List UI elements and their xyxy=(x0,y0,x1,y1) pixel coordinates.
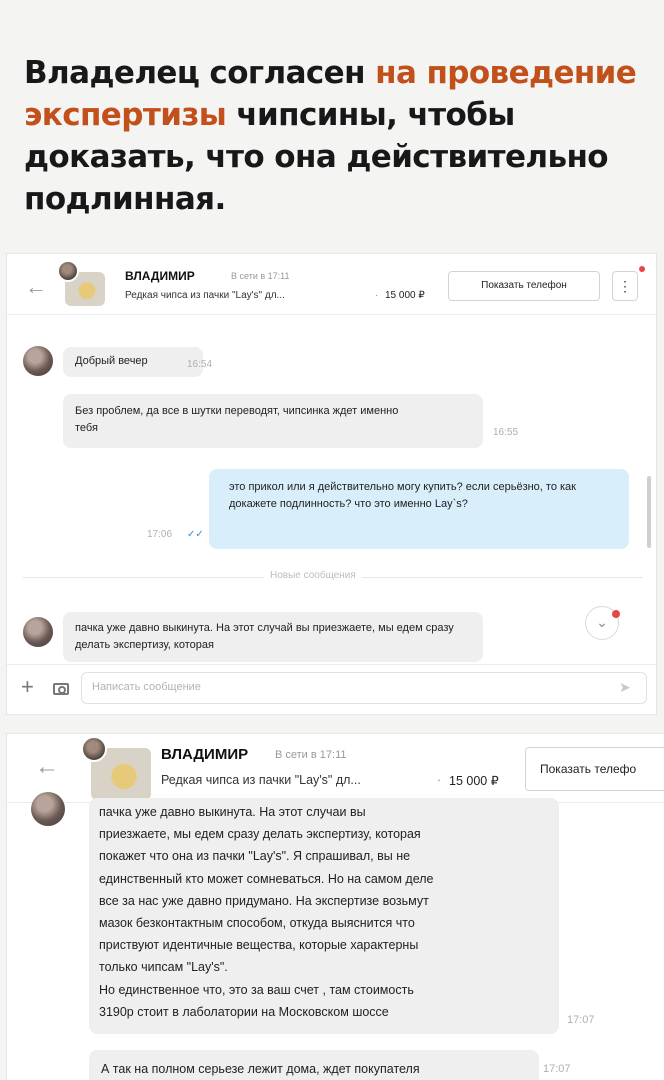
message-text: пачка уже давно выкинута. На этот случай… xyxy=(75,622,454,651)
message-line: все за нас уже давно придумано. На экспе… xyxy=(99,893,429,908)
read-check-icon: ✓✓ xyxy=(187,529,204,540)
message-line: 3190р стоит в лаболатории на Московском … xyxy=(99,1004,389,1019)
contact-status: В сети в 17:11 xyxy=(275,749,347,761)
show-phone-button[interactable]: Показать телефон xyxy=(448,271,600,301)
contact-avatar[interactable] xyxy=(57,260,79,282)
attach-plus-icon[interactable]: + xyxy=(21,676,34,698)
chat-window-1: ← ВЛАДИМИР В сети в 17:11 Редкая чипса и… xyxy=(6,253,657,715)
message-bubble-incoming: Без проблем, да все в шутки переводят, ч… xyxy=(63,394,483,448)
listing-price: 15 000 ₽ xyxy=(449,774,499,788)
sender-avatar xyxy=(31,792,65,826)
message-time: 16:54 xyxy=(187,359,213,370)
notification-dot xyxy=(639,266,645,272)
message-input[interactable]: Написать сообщение xyxy=(81,672,647,704)
listing-title[interactable]: Редкая чипса из пачки "Lay's" дл... xyxy=(161,773,361,787)
message-composer: + Написать сообщение ➤ xyxy=(7,668,656,712)
message-bubble-incoming: А так на полном серьезе лежит дома, ждет… xyxy=(89,1050,539,1080)
message-time: 17:07 xyxy=(567,1014,595,1026)
message-time: 17:07 xyxy=(543,1063,571,1075)
sender-avatar xyxy=(23,617,53,647)
back-arrow-icon[interactable]: ← xyxy=(35,755,59,779)
message-time: 17:06 xyxy=(147,529,173,540)
price-separator: · xyxy=(437,773,442,787)
unread-dot xyxy=(612,610,620,618)
message-line: Но единственное что, это за ваш счет , т… xyxy=(99,982,414,997)
chevron-down-icon: ⌄ xyxy=(596,614,608,630)
message-time: 16:55 xyxy=(493,427,519,438)
sender-avatar xyxy=(23,346,53,376)
contact-name[interactable]: ВЛАДИМИР xyxy=(125,269,195,283)
message-bubble-incoming: пачка уже давно выкинута. На этот случаи… xyxy=(89,798,559,1034)
message-text: А так на полном серьезе лежит дома, ждет… xyxy=(101,1062,420,1076)
listing-price: 15 000 ₽ xyxy=(385,290,425,301)
message-bubble-incoming: Добрый вечер xyxy=(63,347,203,377)
contact-avatar[interactable] xyxy=(81,736,107,762)
headline-part1: Владелец согласен xyxy=(24,55,376,91)
message-text: Без проблем, да все в шутки переводят, ч… xyxy=(75,405,399,434)
message-line: приезжаете, мы едем сразу делать эксперт… xyxy=(99,827,421,842)
camera-icon[interactable] xyxy=(53,683,69,695)
composer-divider xyxy=(7,664,656,665)
headline: Владелец согласен на проведение эксперти… xyxy=(24,52,644,220)
message-line: пачка уже давно выкинута. На этот случаи… xyxy=(99,805,366,819)
contact-status: В сети в 17:11 xyxy=(231,271,290,281)
back-arrow-icon[interactable]: ← xyxy=(25,276,47,298)
listing-title[interactable]: Редкая чипса из пачки "Lay's" дл... xyxy=(125,290,285,301)
message-text: это прикол или я действительно могу купи… xyxy=(229,481,576,510)
message-line: только чипсам "Lay's". xyxy=(99,960,228,975)
contact-name[interactable]: ВЛАДИМИР xyxy=(161,746,248,763)
message-line: мазок безконтактным способом, откуда выя… xyxy=(99,916,415,931)
message-line: приствуют идентичные вещества, которые х… xyxy=(99,938,419,953)
message-bubble-outgoing: это прикол или я действительно могу купи… xyxy=(209,469,629,549)
show-phone-button[interactable]: Показать телефо xyxy=(525,747,664,791)
message-line: покажет что она из пачки "Lay's". Я спра… xyxy=(99,849,411,864)
send-icon[interactable]: ➤ xyxy=(619,679,631,696)
scrollbar[interactable] xyxy=(647,476,651,548)
price-separator: · xyxy=(375,290,379,301)
message-line: единственный кто может сомневаться. Но н… xyxy=(99,871,434,886)
message-bubble-incoming: пачка уже давно выкинута. На этот случай… xyxy=(63,612,483,662)
header-divider xyxy=(7,314,656,315)
new-messages-label: Новые сообщения xyxy=(264,570,362,581)
message-text: Добрый вечер xyxy=(75,355,148,367)
more-options-icon[interactable]: ⋮ xyxy=(612,271,638,301)
chat-window-2: ← ВЛАДИМИР В сети в 17:11 Редкая чипса и… xyxy=(6,733,664,1080)
